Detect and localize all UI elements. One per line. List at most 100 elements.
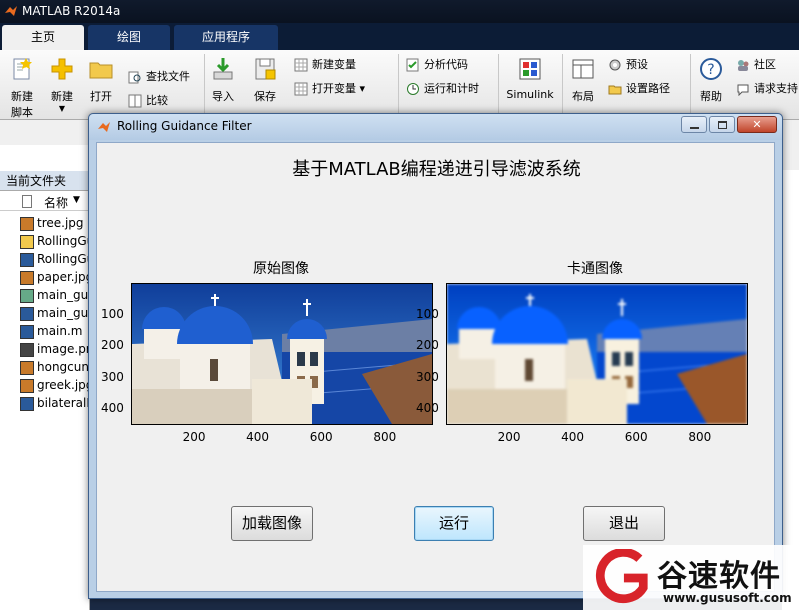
watermark-url: www.gususoft.com — [663, 591, 792, 605]
x-tick-label: 800 — [373, 430, 397, 444]
clock-icon — [407, 83, 419, 95]
dialog-titlebar[interactable]: Rolling Guidance Filter ✕ — [89, 114, 782, 140]
find-files-label: 查找文件 — [146, 70, 190, 83]
x-tick-label: 400 — [246, 430, 270, 444]
community-label: 社区 — [754, 58, 776, 71]
file-list-item[interactable]: hongcun.jpg — [20, 359, 90, 376]
preferences-button[interactable]: 预设 — [608, 56, 648, 74]
new-button[interactable]: 新建 ▼ — [46, 56, 78, 113]
x-tick-label: 600 — [624, 430, 648, 444]
file-list-item[interactable]: main_gui.fig — [20, 287, 90, 304]
ribbon: 新建 脚本 新建 ▼ 打开 查找文件 比较 导入 保存 新建变量 打开变量 ▾ … — [0, 50, 799, 120]
simulink-button[interactable]: Simulink — [504, 56, 556, 101]
import-data-button[interactable]: 导入 — [208, 56, 238, 104]
save-workspace-button[interactable]: 保存 — [248, 56, 282, 104]
run-button[interactable]: 运行 — [414, 506, 494, 541]
simulink-label: Simulink — [506, 88, 554, 101]
file-name: main_gui.fig — [37, 288, 90, 302]
file-name: hongcun.jpg — [37, 360, 90, 374]
x-tick-label: 200 — [497, 430, 521, 444]
x-tick-label: 800 — [688, 430, 712, 444]
grid-icon — [294, 82, 308, 96]
community-button[interactable]: 社区 — [736, 56, 776, 74]
file-name: RollingGuidanceFilter.m — [37, 252, 90, 266]
file-name: tree.jpg — [37, 216, 84, 230]
tab-apps[interactable]: 应用程序 — [174, 25, 278, 50]
file-list-header[interactable]: 名称 ▼ — [0, 193, 90, 211]
jpg-file-icon — [20, 216, 34, 231]
x-tick-label: 200 — [182, 430, 206, 444]
cartoon-image-axes[interactable] — [446, 283, 748, 425]
set-path-label: 设置路径 — [626, 82, 670, 95]
file-list-item[interactable]: image.png — [20, 341, 90, 358]
new-variable-label: 新建变量 — [312, 58, 356, 71]
load-image-button[interactable]: 加载图像 — [231, 506, 313, 541]
run-and-time-button[interactable]: 运行和计时 — [406, 80, 479, 98]
set-path-button[interactable]: 设置路径 — [608, 80, 670, 98]
layout-label: 布局 — [572, 90, 594, 103]
help-icon: ? — [700, 58, 722, 80]
open-variable-button[interactable]: 打开变量 ▾ — [294, 80, 365, 98]
y-tick-label: 400 — [416, 401, 439, 416]
find-files-button[interactable]: 查找文件 — [128, 68, 190, 86]
maximize-icon — [718, 121, 727, 129]
compare-button[interactable]: 比较 — [128, 92, 168, 110]
rolling-guidance-filter-dialog: Rolling Guidance Filter ✕ 基于MATLAB编程递进引导… — [88, 113, 783, 599]
y-tick-label: 200 — [416, 338, 439, 353]
open-variable-label: 打开变量 — [312, 82, 356, 95]
analyze-label: 分析代码 — [424, 58, 468, 71]
m-file-icon — [20, 252, 34, 267]
santorini-photo — [132, 284, 432, 424]
analyze-code-button[interactable]: 分析代码 — [406, 56, 468, 74]
app-title: MATLAB R2014a — [22, 4, 121, 18]
support-icon — [737, 84, 749, 96]
file-name: paper.jpg — [37, 270, 90, 284]
tab-plots[interactable]: 绘图 — [88, 25, 170, 50]
request-support-button[interactable]: 请求支持 — [736, 80, 798, 98]
file-list-item[interactable]: RollingGuidanceFilter.m — [20, 251, 90, 268]
close-button[interactable]: ✕ — [737, 116, 777, 133]
file-list-item[interactable]: main_gui.m — [20, 305, 90, 322]
new-script-label-1: 新建 — [11, 90, 33, 103]
file-list-item[interactable]: tree.jpg — [20, 215, 90, 232]
tab-home[interactable]: 主页 — [2, 25, 84, 50]
community-icon — [738, 60, 749, 71]
file-list-item[interactable]: paper.jpg — [20, 269, 90, 286]
grid-icon — [294, 58, 308, 72]
new-script-icon — [13, 58, 32, 80]
import-label-1: 导入 — [212, 90, 234, 103]
file-list-item[interactable]: RollingGuidanceFilter⊞ — [20, 233, 90, 250]
minimize-button[interactable] — [681, 116, 707, 133]
fig-file-icon — [20, 288, 34, 303]
dialog-title: Rolling Guidance Filter — [117, 119, 252, 133]
original-image-axes[interactable] — [131, 283, 433, 425]
dialog-client-area: 基于MATLAB编程递进引导滤波系统 原始图像 卡通图像 200 400 600 80… — [96, 142, 775, 592]
new-script-button[interactable]: 新建 脚本 — [4, 56, 40, 120]
maximize-button[interactable] — [709, 116, 735, 133]
minimize-icon — [690, 127, 699, 129]
file-list-item[interactable]: main.m — [20, 323, 90, 340]
folder-icon — [89, 62, 113, 79]
new-variable-button[interactable]: 新建变量 — [294, 56, 356, 74]
exit-button[interactable]: 退出 — [583, 506, 665, 541]
layout-button[interactable]: 布局 — [566, 56, 600, 104]
prefs-label: 预设 — [626, 58, 648, 71]
x-tick-label: 600 — [309, 430, 333, 444]
gususoft-logo — [595, 549, 648, 604]
open-button[interactable]: 打开 — [84, 56, 118, 104]
m-file-icon — [20, 306, 34, 321]
y-tick-label: 100 — [416, 306, 439, 321]
file-list-item[interactable]: bilateralFilter.m — [20, 395, 90, 412]
name-column-header[interactable]: 名称 — [44, 194, 68, 211]
new-label: 新建 — [51, 90, 73, 103]
command-window-edge — [782, 170, 799, 610]
santorini-photo — [447, 284, 747, 424]
file-list-item[interactable]: greek.jpg — [20, 377, 90, 394]
help-button[interactable]: ? 帮助 — [694, 56, 728, 104]
compare-label: 比较 — [146, 94, 168, 107]
find-files-icon — [128, 71, 141, 84]
y-tick-label: 300 — [416, 369, 439, 384]
folder-file-icon — [20, 234, 34, 249]
jpg-file-icon — [20, 378, 34, 393]
layout-icon — [572, 59, 594, 79]
